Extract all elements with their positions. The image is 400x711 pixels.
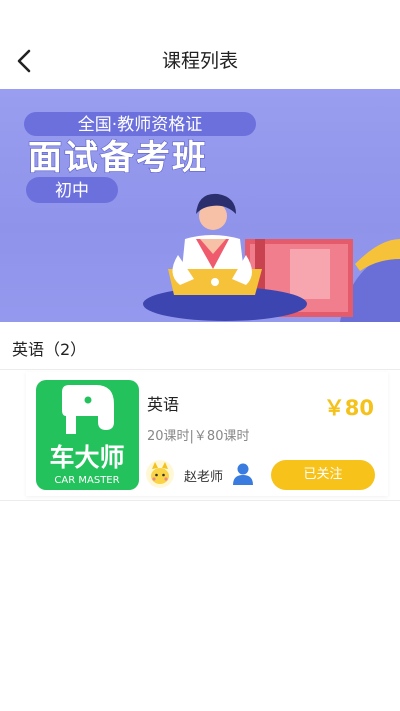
divider — [0, 369, 400, 370]
banner-tag-top: 全国·教师资格证 — [78, 115, 202, 135]
elephant-icon — [62, 385, 114, 434]
teacher-name: 赵老师 — [184, 470, 224, 485]
course-card[interactable]: 车大师 CAR MASTER 英语 20课时|￥80课时 ￥80 赵老师 已关注 — [26, 372, 388, 496]
follow-button[interactable]: 已关注 — [271, 460, 375, 490]
course-price: ￥80 — [323, 396, 374, 420]
section-title: 英语（2） — [12, 340, 87, 359]
course-meta: 20课时|￥80课时 — [147, 429, 250, 444]
banner-tag-level: 初中 — [55, 181, 89, 201]
divider — [0, 500, 400, 501]
logo-brand-en: CAR MASTER — [54, 475, 119, 486]
person-icon — [230, 461, 256, 487]
page-title: 课程列表 — [161, 50, 238, 72]
promo-banner[interactable]: 全国·教师资格证 面试备考班 初中 — [0, 89, 400, 322]
banner-illustration — [143, 193, 400, 322]
logo-brand: 车大师 — [49, 443, 124, 472]
app-header: 课程列表 — [0, 36, 400, 86]
course-name: 英语 — [147, 395, 180, 414]
banner-headline: 面试备考班 — [28, 138, 208, 178]
course-logo: 车大师 CAR MASTER — [36, 380, 139, 490]
teacher-avatar — [146, 460, 174, 488]
